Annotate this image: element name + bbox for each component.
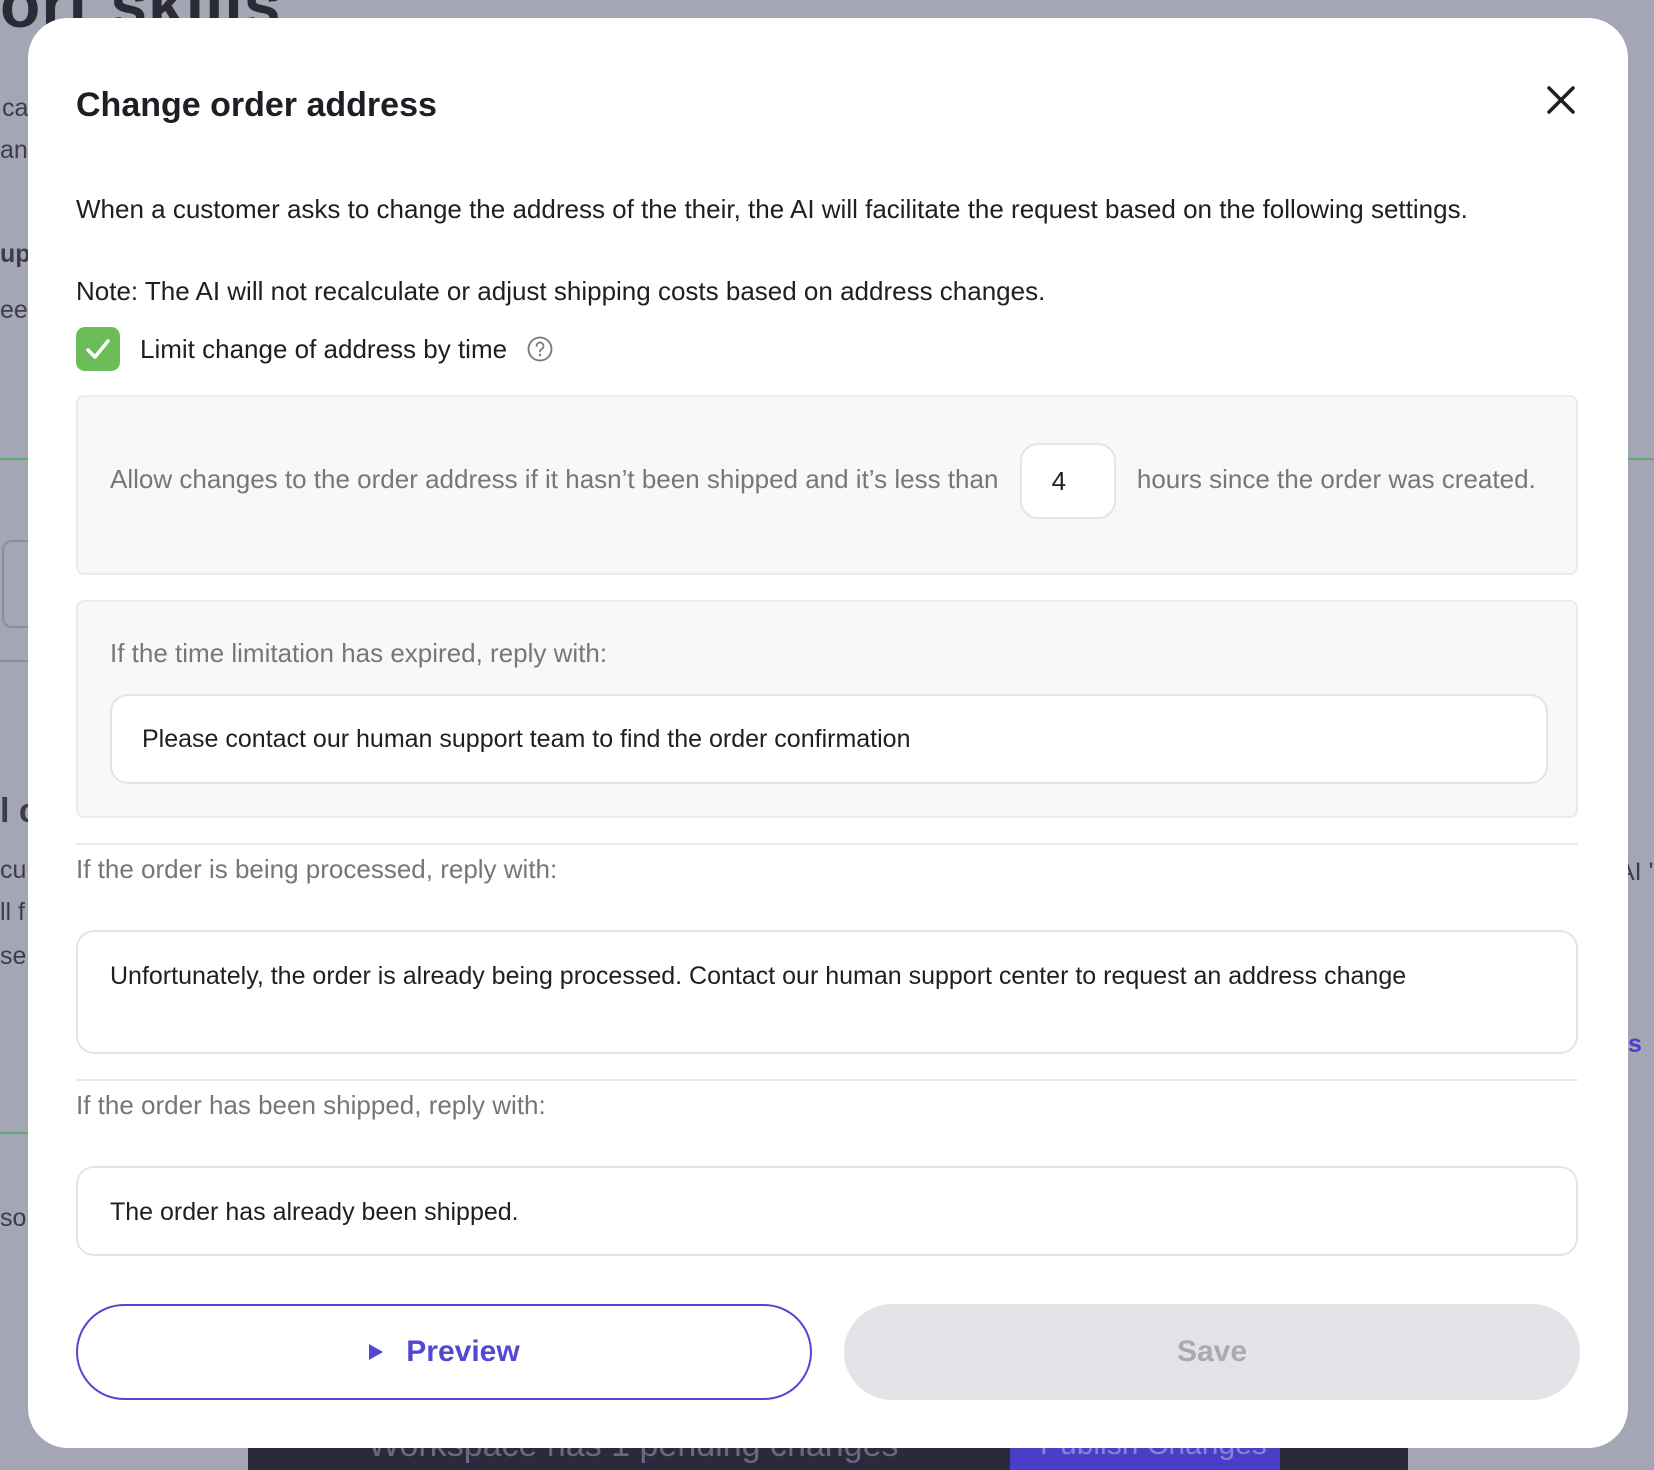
- limit-by-time-row: Limit change of address by time: [76, 326, 553, 372]
- expired-reply-input[interactable]: [110, 694, 1548, 784]
- background-text: cu: [0, 856, 27, 884]
- background-text: up: [0, 240, 31, 268]
- change-order-address-modal: Change order address When a customer ask…: [28, 18, 1628, 1448]
- background-text: ll f: [0, 898, 25, 926]
- background-text: se: [0, 942, 27, 970]
- background-text: so: [0, 1204, 27, 1232]
- limit-by-time-checkbox[interactable]: [76, 327, 120, 371]
- preview-button-label: Preview: [406, 1335, 520, 1368]
- background-divider: [0, 458, 28, 460]
- background-divider: [0, 660, 28, 662]
- background-divider: [0, 1132, 28, 1134]
- background-text: an: [0, 136, 28, 164]
- close-icon[interactable]: [1541, 80, 1581, 120]
- save-button[interactable]: Save: [844, 1304, 1580, 1400]
- expired-reply-panel: If the time limitation has expired, repl…: [76, 600, 1578, 818]
- limit-by-time-label: Limit change of address by time: [140, 333, 508, 364]
- time-rule-suffix: hours since the order was created.: [1136, 463, 1536, 494]
- shipped-reply-label: If the order has been shipped, reply wit…: [76, 1090, 546, 1120]
- background-text: ca: [2, 94, 29, 122]
- background-text: s: [1628, 1030, 1642, 1058]
- time-rule-prefix: Allow changes to the order address if it…: [110, 463, 999, 494]
- processing-reply-label: If the order is being processed, reply w…: [76, 854, 558, 884]
- modal-title: Change order address: [76, 86, 437, 124]
- time-rule-text: Allow changes to the order address if it…: [110, 443, 1550, 519]
- modal-description: When a customer asks to change the addre…: [76, 194, 1468, 224]
- expired-reply-label: If the time limitation has expired, repl…: [110, 638, 608, 668]
- modal-note: Note: The AI will not recalculate or adj…: [76, 276, 1046, 306]
- question-circle-icon[interactable]: [527, 336, 553, 362]
- hours-input[interactable]: [1019, 443, 1116, 519]
- preview-button[interactable]: Preview: [76, 1304, 812, 1400]
- background-text: ee: [0, 296, 28, 324]
- shipped-reply-textarea[interactable]: The order has already been shipped.: [76, 1166, 1578, 1256]
- play-icon: [369, 1344, 384, 1360]
- background-divider: [1626, 458, 1654, 460]
- section-divider: [76, 843, 1578, 845]
- processing-reply-textarea[interactable]: Unfortunately, the order is already bein…: [76, 930, 1578, 1054]
- time-rule-panel: Allow changes to the order address if it…: [76, 395, 1578, 575]
- section-divider: [76, 1079, 1578, 1081]
- checkmark-icon: [86, 339, 110, 359]
